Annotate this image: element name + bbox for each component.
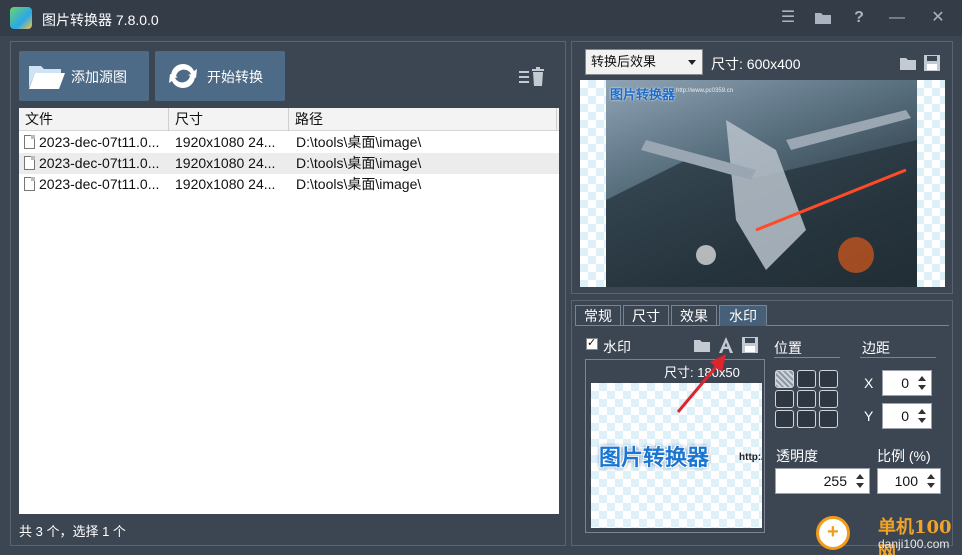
- start-convert-button[interactable]: 开始转换: [155, 51, 285, 101]
- position-grid: [775, 370, 841, 430]
- scale-value: 100: [894, 473, 918, 489]
- margin-y-value: 0: [901, 408, 909, 424]
- start-convert-label: 开始转换: [207, 69, 263, 85]
- column-path[interactable]: 路径: [289, 108, 557, 131]
- preview-mode-value: 转换后效果: [591, 54, 657, 69]
- brand-url: danji100.com: [878, 537, 950, 551]
- margin-x-value: 0: [901, 375, 909, 391]
- refresh-icon: [169, 63, 197, 89]
- brand-logo-icon: [816, 516, 850, 550]
- position-middle-left[interactable]: [775, 390, 794, 408]
- position-center[interactable]: [797, 390, 816, 408]
- position-label: 位置: [774, 340, 802, 356]
- position-bottom-left[interactable]: [775, 410, 794, 428]
- margin-y-input[interactable]: 0: [882, 403, 932, 429]
- scale-label: 比例 (%): [877, 448, 931, 464]
- preview-mode-select[interactable]: 转换后效果: [585, 49, 703, 75]
- tab-general[interactable]: 常规: [575, 305, 621, 326]
- position-middle-right[interactable]: [819, 390, 838, 408]
- preview-image: 图片转换器 http://www.pc0359.cn: [580, 80, 945, 287]
- status-text: 共 3 个，选择 1 个: [19, 524, 126, 539]
- position-divider: [774, 357, 840, 358]
- preview-panel: 转换后效果 尺寸: 600x400 图片转换器 http://www.pc035…: [571, 41, 953, 294]
- chevron-down-icon: [688, 60, 696, 65]
- folder-icon[interactable]: [811, 6, 835, 30]
- table-row[interactable]: 2023-dec-07t11.0... 1920x1080 24... D:\too…: [19, 174, 559, 195]
- save-icon[interactable]: [923, 54, 941, 72]
- file-size-cell: 1920x1080 24...: [175, 134, 276, 150]
- stepper-icon[interactable]: [916, 407, 928, 425]
- file-size-cell: 1920x1080 24...: [175, 176, 276, 192]
- file-name-cell: 2023-dec-07t11.0...: [39, 155, 160, 171]
- position-top-right[interactable]: [819, 370, 838, 388]
- add-source-label: 添加源图: [71, 69, 127, 85]
- watermark-checkbox[interactable]: [586, 336, 598, 350]
- margin-x-input[interactable]: 0: [882, 370, 932, 396]
- watermark-text: 图片转换器: [599, 445, 710, 470]
- preview-watermark-url: http://www.pc0359.cn: [676, 88, 734, 94]
- tab-size[interactable]: 尺寸: [623, 305, 669, 326]
- file-icon: [24, 177, 35, 191]
- file-name-cell: 2023-dec-07t11.0...: [39, 134, 160, 150]
- help-icon[interactable]: ?: [847, 6, 871, 30]
- position-bottom-center[interactable]: [797, 410, 816, 428]
- save-icon[interactable]: [741, 336, 759, 354]
- file-path-cell: D:\tools\桌面\image\: [296, 176, 422, 192]
- minimize-icon[interactable]: —: [885, 6, 909, 30]
- converted-image: 图片转换器 http://www.pc0359.cn: [606, 80, 917, 287]
- opacity-value: 255: [823, 473, 847, 489]
- file-icon: [24, 135, 35, 149]
- position-top-center[interactable]: [797, 370, 816, 388]
- margin-divider: [860, 357, 936, 358]
- position-bottom-right[interactable]: [819, 410, 838, 428]
- stepper-icon[interactable]: [854, 472, 866, 490]
- file-path-cell: D:\tools\桌面\image\: [296, 134, 422, 150]
- position-top-left[interactable]: [775, 370, 794, 388]
- clear-list-icon[interactable]: [519, 66, 549, 88]
- column-size[interactable]: 尺寸: [169, 108, 289, 131]
- table-header: 文件 尺寸 路径: [19, 108, 559, 131]
- opacity-input[interactable]: 255: [775, 468, 870, 494]
- watermark-url: http:/: [739, 452, 762, 463]
- open-folder-icon: [29, 66, 65, 89]
- file-panel: 添加源图 开始转换 文件 尺寸 路径 2023-dec-07t11.0... 19…: [10, 41, 566, 546]
- column-file[interactable]: 文件: [19, 108, 169, 131]
- tab-watermark[interactable]: 水印: [719, 305, 767, 326]
- preview-watermark-text: 图片转换器: [610, 87, 676, 102]
- scale-input[interactable]: 100: [877, 468, 941, 494]
- annotation-arrow-icon: [676, 354, 726, 413]
- y-label: Y: [864, 408, 874, 424]
- menu-icon[interactable]: ☰: [776, 6, 800, 30]
- watermark-checkbox-label[interactable]: 水印: [603, 337, 631, 357]
- table-row[interactable]: 2023-dec-07t11.0... 1920x1080 24... D:\too…: [19, 153, 559, 174]
- file-icon: [24, 156, 35, 170]
- opacity-label: 透明度: [776, 448, 818, 464]
- app-logo-icon: [10, 7, 32, 29]
- file-name-cell: 2023-dec-07t11.0...: [39, 176, 160, 192]
- add-source-button[interactable]: 添加源图: [19, 51, 149, 101]
- close-icon[interactable]: ✕: [926, 6, 950, 30]
- tab-effect[interactable]: 效果: [671, 305, 717, 326]
- file-table[interactable]: 文件 尺寸 路径 2023-dec-07t11.0... 1920x1080 24…: [19, 108, 559, 514]
- stepper-icon[interactable]: [925, 472, 937, 490]
- title-bar: 图片转换器 7.8.0.0 ☰ ? — ✕: [0, 0, 962, 36]
- table-row[interactable]: 2023-dec-07t11.0... 1920x1080 24... D:\too…: [19, 132, 559, 153]
- open-folder-icon[interactable]: [899, 54, 917, 72]
- file-size-cell: 1920x1080 24...: [175, 155, 276, 171]
- margin-label: 边距: [862, 340, 890, 356]
- window-title: 图片转换器 7.8.0.0: [42, 12, 159, 28]
- file-path-cell: D:\tools\桌面\image\: [296, 155, 422, 171]
- stepper-icon[interactable]: [916, 374, 928, 392]
- site-branding: 单机100网 danji100.com: [808, 510, 962, 555]
- preview-size-label: 尺寸: 600x400: [711, 56, 801, 72]
